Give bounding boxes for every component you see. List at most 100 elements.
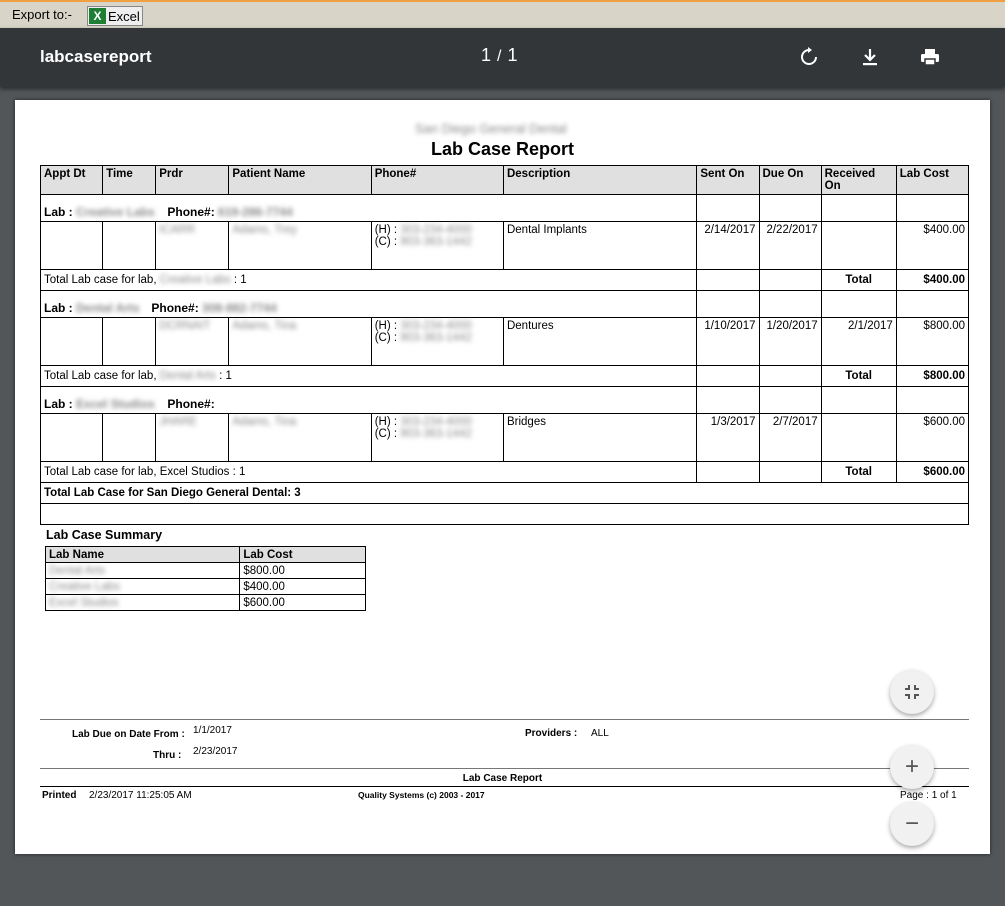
lab-group-header: Lab : Dental Arts Phone#: 308-882-7744	[39, 290, 970, 318]
received-on-cell	[820, 221, 897, 270]
phone-cell: (H) : 303-234-4000 (C) : 903-363-1442	[370, 317, 504, 366]
table-row: Creative Labs $400.00	[44, 578, 366, 595]
col-sent-on: Sent On	[696, 165, 760, 195]
col-description: Description	[502, 165, 698, 195]
lab-total-label: Total Lab case for lab, Dental Arts : 1	[39, 365, 698, 387]
col-phone: Phone#	[370, 165, 504, 195]
table-row: ICARR Adams, Trey (H) : 303-234-4000 (C) …	[39, 221, 970, 270]
footer-divider	[40, 768, 969, 769]
lab-phone: 619-286-7744	[218, 205, 293, 219]
lab-cost-cell: $800.00	[895, 317, 970, 366]
zoom-in-button[interactable]: +	[890, 745, 934, 789]
due-on-cell: 1/20/2017	[758, 317, 822, 366]
total-label: Total	[820, 461, 897, 483]
table-row: Dental Arts $800.00	[44, 562, 366, 579]
grand-total-row: Total Lab Case for San Diego General Den…	[40, 482, 969, 504]
print-icon[interactable]	[919, 46, 941, 68]
summary-table: Lab Name Lab Cost Dental Arts $800.00 Cr…	[44, 546, 366, 611]
col-due-on: Due On	[758, 165, 822, 195]
patient-name-cell: Adams, Tina	[228, 413, 372, 462]
total-label: Total	[820, 365, 897, 387]
document-title: labcasereport	[40, 47, 152, 66]
lab-total-row: Total Lab case for lab, Dental Arts : 1 …	[39, 365, 970, 387]
total-label: Total	[820, 269, 897, 291]
lab-cost-cell: $600.00	[895, 413, 970, 462]
lab-total-label: Total Lab case for lab, Excel Studios : …	[39, 461, 698, 483]
patient-name-cell: Adams, Tina	[228, 317, 372, 366]
due-on-cell: 2/22/2017	[758, 221, 822, 270]
lab-header-cell: Lab : Dental Arts Phone#: 308-882-7744	[39, 290, 698, 318]
printed-label: Printed	[42, 790, 77, 801]
col-received-on: Received On	[820, 165, 897, 195]
lab-total-cost: $800.00	[895, 365, 970, 387]
thru-value: 2/23/2017	[193, 746, 238, 757]
lab-header-cell: Lab : Excel Studios Phone#:	[39, 386, 698, 414]
summary-col-lab-cost: Lab Cost	[239, 546, 366, 563]
lab-prefix: Lab :	[44, 397, 73, 411]
lab-total-cost: $400.00	[895, 269, 970, 291]
fit-to-page-button[interactable]	[890, 670, 934, 714]
thru-label: Thru :	[153, 750, 182, 761]
col-prdr: Prdr	[155, 165, 230, 195]
summary-lab-name: Dental Arts	[44, 562, 241, 579]
lab-total-row: Total Lab case for lab, Creative Labs : …	[39, 269, 970, 291]
phone-prefix: Phone#:	[167, 397, 215, 411]
sent-on-cell: 1/10/2017	[696, 317, 760, 366]
lab-total-row: Total Lab case for lab, Excel Studios : …	[39, 461, 970, 483]
lab-total-label: Total Lab case for lab, Creative Labs : …	[39, 269, 698, 291]
report-page: San Diego General Dental Lab Case Report…	[15, 100, 990, 854]
due-from-label: Lab Due on Date From :	[72, 729, 185, 740]
summary-header-row: Lab Name Lab Cost	[44, 546, 366, 563]
prdr-cell: ICARR	[155, 221, 230, 270]
table-row: DCRNAIT Adams, Tina (H) : 303-234-4000 (C…	[39, 317, 970, 366]
summary-lab-name: Creative Labs	[44, 578, 241, 595]
phone-cell: (H) : 303-234-4000 (C) : 903-363-1442	[370, 413, 504, 462]
summary-lab-cost: $400.00	[239, 578, 366, 595]
lab-prefix: Lab :	[44, 205, 73, 219]
description-cell: Dentures	[502, 317, 698, 366]
patient-name-cell: Adams, Trey	[228, 221, 372, 270]
received-on-cell: 2/1/2017	[820, 317, 897, 366]
table-row: JHARE Adams, Tina (H) : 303-234-4000 (C) …	[39, 413, 970, 462]
zoom-out-button[interactable]: −	[890, 802, 934, 846]
lab-cost-cell: $400.00	[895, 221, 970, 270]
fit-to-page-icon	[905, 685, 919, 699]
page-number: Page : 1 of 1	[900, 790, 957, 801]
download-icon[interactable]	[859, 46, 881, 68]
sent-on-cell: 1/3/2017	[696, 413, 760, 462]
phone-prefix: Phone#:	[167, 205, 215, 219]
export-label: Export to:-	[12, 7, 72, 22]
current-page[interactable]: 1	[481, 45, 491, 65]
col-lab-cost: Lab Cost	[895, 165, 970, 195]
copyright: Quality Systems (c) 2003 - 2017	[358, 790, 485, 800]
lab-prefix: Lab :	[44, 301, 73, 315]
summary-title: Lab Case Summary	[46, 528, 163, 542]
phone-cell: (H) : 303-234-4000 (C) : 903-363-1442	[370, 221, 504, 270]
description-cell: Bridges	[502, 413, 698, 462]
report-title: Lab Case Report	[430, 139, 575, 159]
col-time: Time	[102, 165, 157, 195]
lab-name: Excel Studios	[76, 397, 155, 411]
total-pages: 1	[507, 45, 518, 65]
excel-label: Excel	[108, 8, 140, 24]
page-indicator: 1 / 1	[481, 45, 517, 66]
lab-total-cost: $600.00	[895, 461, 970, 483]
export-excel-button[interactable]: X Excel	[87, 6, 143, 26]
description-cell: Dental Implants	[502, 221, 698, 270]
table-row: Excel Studios $600.00	[44, 594, 366, 611]
printed-value: 2/23/2017 11:25:05 AM	[89, 790, 192, 801]
table-header-row: Appt Dt Time Prdr Patient Name Phone# De…	[39, 165, 970, 195]
lab-name: Creative Labs	[76, 205, 155, 219]
prdr-cell: DCRNAIT	[155, 317, 230, 366]
summary-lab-cost: $800.00	[239, 562, 366, 579]
lab-phone: 308-882-7744	[202, 301, 277, 315]
footer-divider	[40, 786, 969, 787]
summary-lab-cost: $600.00	[239, 594, 366, 611]
summary-lab-name: Excel Studios	[44, 594, 241, 611]
phone-prefix: Phone#:	[151, 301, 199, 315]
footer-report-name: Lab Case Report	[462, 773, 543, 784]
organization-name: San Diego General Dental	[415, 121, 567, 136]
lab-name: Dental Arts	[76, 301, 140, 315]
rotate-icon[interactable]	[798, 46, 820, 68]
due-on-cell: 2/7/2017	[758, 413, 822, 462]
